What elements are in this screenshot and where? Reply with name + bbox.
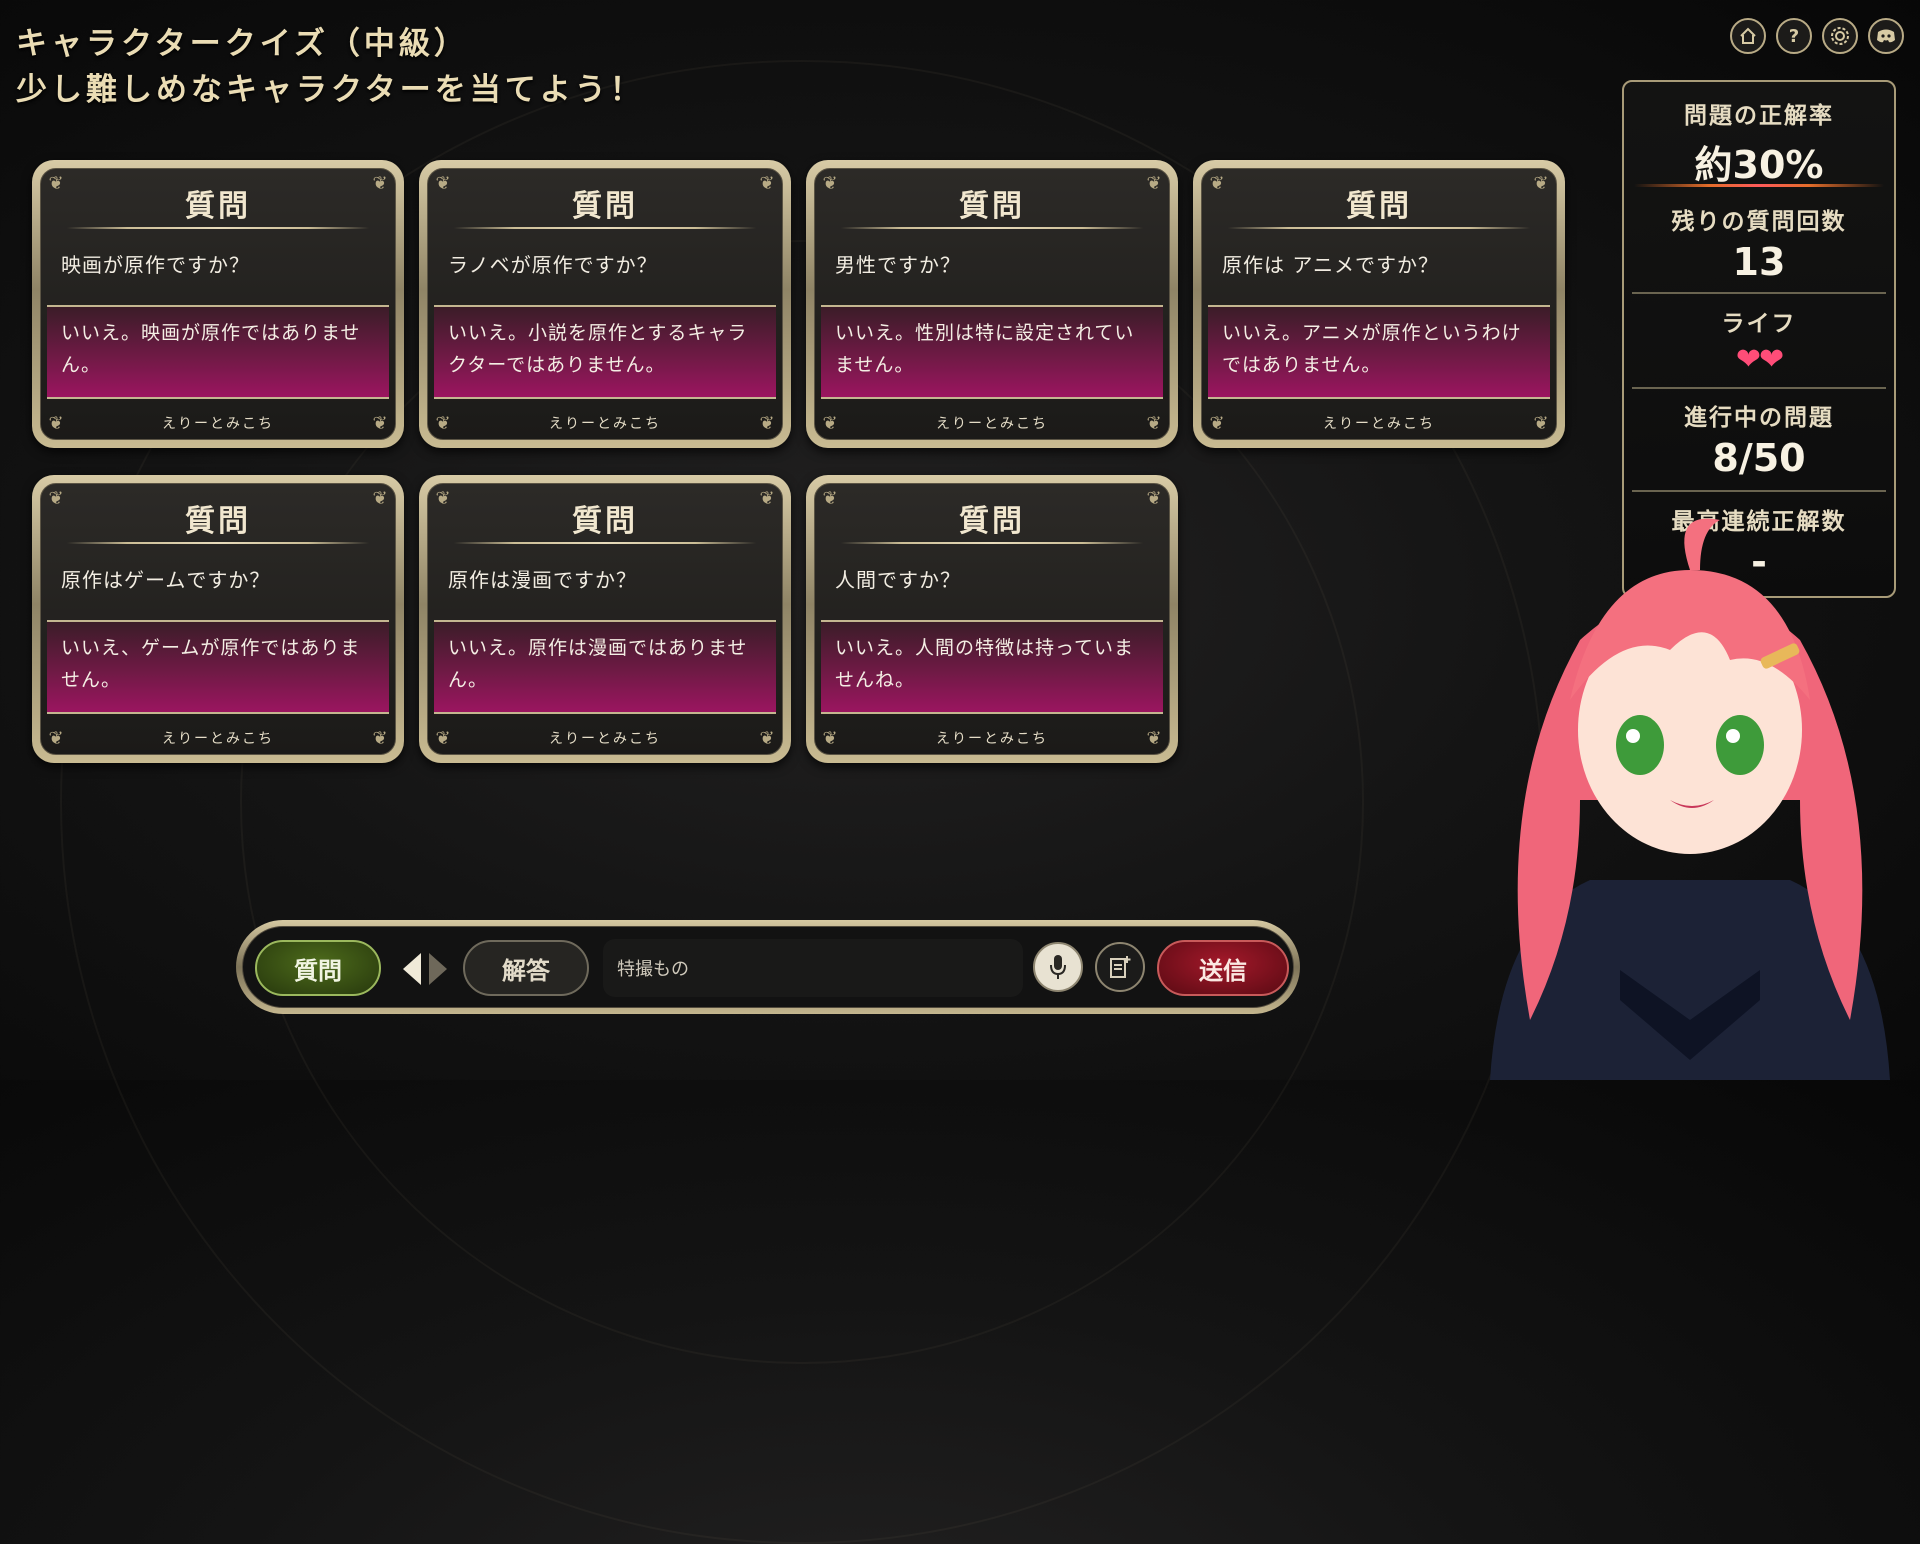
card-divider	[841, 542, 1143, 544]
card-question: 人間ですか？	[835, 568, 961, 592]
gear-icon[interactable]	[1822, 18, 1858, 54]
card-footer: えりーとみこち	[162, 731, 274, 747]
stat-divider	[1632, 490, 1886, 492]
remaining-value: 13	[1732, 240, 1786, 284]
stat-divider	[1632, 387, 1886, 389]
send-button[interactable]: 送信	[1157, 940, 1289, 996]
life-label: ライフ	[1721, 311, 1797, 337]
card-footer: えりーとみこち	[162, 416, 274, 432]
mode-toggle-icon[interactable]	[401, 951, 449, 987]
card-divider	[67, 542, 369, 544]
progress-stat: 進行中の問題 8/50	[1624, 398, 1894, 480]
card-title: 質問	[185, 189, 251, 224]
top-toolbar: ?	[1730, 18, 1904, 54]
remaining-stat: 残りの質問回数 13	[1624, 202, 1894, 284]
card-question: 映画が原作ですか？	[61, 253, 250, 277]
question-card: ❦ ❦ ❦ ❦ 質問 映画が原作ですか？ いいえ。映画が原作ではありません。 え…	[32, 160, 404, 448]
card-answer: いいえ。アニメが原作というわけではありません。	[1208, 305, 1550, 399]
stat-divider	[1632, 292, 1886, 294]
quiz-subtitle: 少し難しめなキャラクターを当てよう！	[16, 72, 645, 108]
question-card: ❦ ❦ ❦ ❦ 質問 原作は アニメですか？ いいえ。アニメが原作というわけでは…	[1193, 160, 1565, 448]
progress-label: 進行中の問題	[1684, 405, 1834, 431]
answer-mode-button[interactable]: 解答	[463, 940, 589, 996]
card-question: 原作は アニメですか？	[1222, 253, 1439, 277]
progress-value: 8/50	[1712, 436, 1806, 480]
accuracy-value: 約30%	[1694, 143, 1824, 187]
card-title: 質問	[959, 189, 1025, 224]
card-divider	[1228, 227, 1530, 229]
accuracy-glow	[1634, 184, 1884, 187]
card-divider	[841, 227, 1143, 229]
card-divider	[454, 227, 756, 229]
card-answer: いいえ。映画が原作ではありません。	[47, 305, 389, 399]
card-answer: いいえ。性別は特に設定されていません。	[821, 305, 1163, 399]
card-footer: えりーとみこち	[1323, 416, 1435, 432]
heart-icon: ❤❤	[1735, 342, 1784, 377]
card-footer: えりーとみこち	[549, 731, 661, 747]
card-answer: いいえ。原作は漫画ではありません。	[434, 620, 776, 714]
card-answer: いいえ。人間の特徴は持っていませんね。	[821, 620, 1163, 714]
card-divider	[454, 542, 756, 544]
card-footer: えりーとみこち	[936, 416, 1048, 432]
card-title: 質問	[959, 504, 1025, 539]
card-title: 質問	[185, 504, 251, 539]
accuracy-stat: 問題の正解率 約30%	[1624, 96, 1894, 189]
card-answer: いいえ。小説を原作とするキャラクターではありません。	[434, 305, 776, 399]
question-mode-button[interactable]: 質問	[255, 940, 381, 996]
remaining-label: 残りの質問回数	[1671, 209, 1847, 235]
question-card: ❦ ❦ ❦ ❦ 質問 男性ですか？ いいえ。性別は特に設定されていません。 えり…	[806, 160, 1178, 448]
card-title: 質問	[1346, 189, 1412, 224]
card-title: 質問	[572, 504, 638, 539]
card-footer: えりーとみこち	[549, 416, 661, 432]
home-icon[interactable]	[1730, 18, 1766, 54]
card-question: 原作は漫画ですか？	[448, 568, 637, 592]
card-question: 男性ですか？	[835, 253, 961, 277]
document-add-icon[interactable]	[1095, 942, 1145, 992]
question-card: ❦ ❦ ❦ ❦ 質問 原作はゲームですか？ いいえ、ゲームが原作ではありません。…	[32, 475, 404, 763]
card-divider	[67, 227, 369, 229]
microphone-icon[interactable]	[1033, 942, 1083, 992]
card-question: ラノベが原作ですか？	[448, 253, 658, 277]
card-question: 原作はゲームですか？	[61, 568, 271, 592]
discord-icon[interactable]	[1868, 18, 1904, 54]
question-card: ❦ ❦ ❦ ❦ 質問 人間ですか？ いいえ。人間の特徴は持っていませんね。 えり…	[806, 475, 1178, 763]
question-card: ❦ ❦ ❦ ❦ 質問 ラノベが原作ですか？ いいえ。小説を原作とするキャラクター…	[419, 160, 791, 448]
life-stat: ライフ ❤❤	[1624, 304, 1894, 377]
help-icon[interactable]: ?	[1776, 18, 1812, 54]
card-answer: いいえ、ゲームが原作ではありません。	[47, 620, 389, 714]
question-input[interactable]	[603, 939, 1023, 997]
question-card: ❦ ❦ ❦ ❦ 質問 原作は漫画ですか？ いいえ。原作は漫画ではありません。 え…	[419, 475, 791, 763]
card-title: 質問	[572, 189, 638, 224]
card-footer: えりーとみこち	[936, 731, 1048, 747]
input-bar: 質問 解答 送信	[236, 920, 1300, 1014]
vtuber-avatar	[1470, 500, 1910, 1080]
quiz-title: キャラクタークイズ（中級）	[16, 26, 469, 62]
accuracy-label: 問題の正解率	[1684, 103, 1834, 129]
